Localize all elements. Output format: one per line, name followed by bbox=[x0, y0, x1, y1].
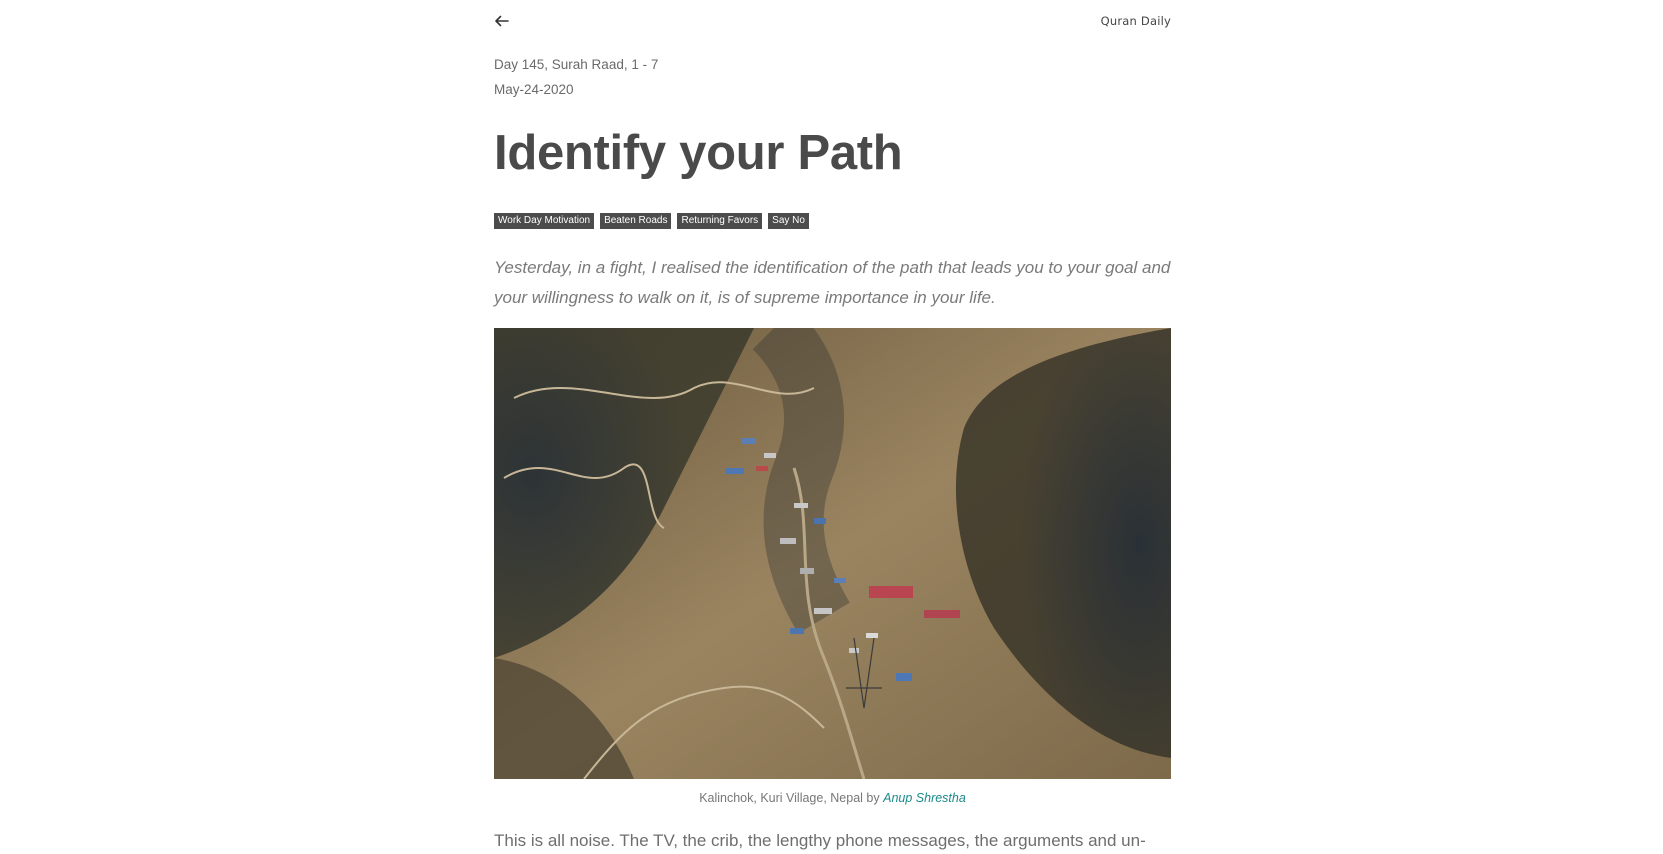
arrow-left-icon bbox=[495, 15, 509, 27]
publish-date: May-24-2020 bbox=[494, 82, 574, 97]
photographer-link[interactable]: Anup Shrestha bbox=[883, 791, 966, 805]
caption-text: Kalinchok, Kuri Village, Nepal by bbox=[699, 791, 880, 805]
top-bar: Quran Daily bbox=[494, 0, 1171, 44]
tag-work-day-motivation[interactable]: Work Day Motivation bbox=[494, 213, 595, 229]
hero-image bbox=[494, 328, 1171, 779]
article-body-first-line: This is all noise. The TV, the crib, the… bbox=[494, 831, 1146, 850]
tag-list: Work Day Motivation Beaten Roads Returni… bbox=[494, 213, 1171, 229]
brand-link[interactable]: Quran Daily bbox=[1101, 14, 1171, 28]
image-caption: Kalinchok, Kuri Village, Nepal by Anup S… bbox=[494, 791, 1171, 805]
tag-beaten-roads[interactable]: Beaten Roads bbox=[600, 213, 672, 229]
page: Quran Daily Day 145, Surah Raad, 1 - 7 M… bbox=[0, 0, 1663, 854]
page-title: Identify your Path bbox=[494, 126, 903, 180]
article-lede: Yesterday, in a fight, I realised the id… bbox=[494, 258, 1171, 307]
article-meta: Day 145, Surah Raad, 1 - 7 May-24-2020 bbox=[494, 52, 1171, 102]
tag-say-no[interactable]: Say No bbox=[768, 213, 809, 229]
tag-returning-favors[interactable]: Returning Favors bbox=[677, 213, 763, 229]
day-info: Day 145, Surah Raad, 1 - 7 bbox=[494, 57, 659, 72]
article-column: Quran Daily Day 145, Surah Raad, 1 - 7 M… bbox=[494, 0, 1171, 854]
back-button[interactable] bbox=[494, 11, 516, 31]
